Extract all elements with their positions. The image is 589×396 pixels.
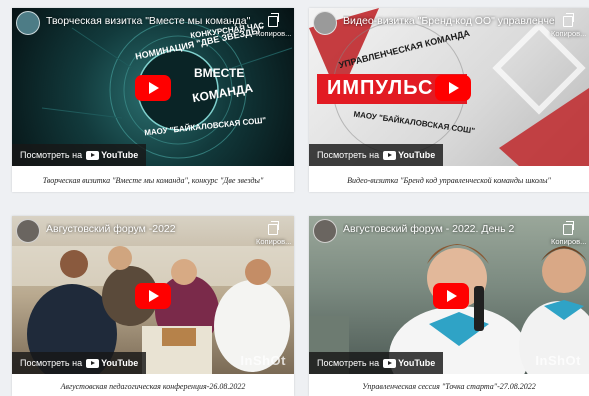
play-button[interactable] <box>435 75 471 101</box>
video-thumbnail[interactable]: КОНКУРСНАЯ ЧАС НОМИНАЦИЯ "ДВЕ ЗВЕЗДЫ" ВМ… <box>12 8 294 166</box>
video-thumbnail[interactable]: Августовский форум -2022 Копиров... Посм… <box>12 216 294 374</box>
video-caption: Управленческая сессия "Точка старта"-27.… <box>362 382 536 391</box>
youtube-icon <box>86 150 100 160</box>
copy-label: Копиров... <box>256 29 292 38</box>
youtube-label: YouTube <box>101 150 139 160</box>
watch-label: Посмотреть на <box>317 358 380 368</box>
copy-label: Копиров... <box>256 237 292 246</box>
video-thumbnail[interactable]: Августовский форум - 2022. День 2 Копиро… <box>309 216 589 374</box>
video-card: КОНКУРСНАЯ ЧАС НОМИНАЦИЯ "ДВЕ ЗВЕЗДЫ" ВМ… <box>12 8 294 192</box>
copy-icon <box>268 13 279 27</box>
watch-label: Посмотреть на <box>20 150 83 160</box>
watch-on-youtube-button[interactable]: Посмотреть на YouTube <box>12 352 147 374</box>
youtube-logo: YouTube <box>86 150 138 160</box>
copy-link-button[interactable]: Копиров... <box>256 13 292 38</box>
youtube-logo: YouTube <box>383 150 435 160</box>
copy-label: Копиров... <box>551 237 587 246</box>
play-button[interactable] <box>135 75 171 101</box>
thumb-text-main1: ИМПУЛЬС <box>327 77 434 99</box>
youtube-label: YouTube <box>101 358 139 368</box>
inshot-watermark: InShOt <box>240 353 286 368</box>
video-title[interactable]: Августовский форум -2022 <box>46 223 260 235</box>
watch-on-youtube-button[interactable]: Посмотреть на YouTube <box>12 144 147 166</box>
copy-icon <box>563 13 574 27</box>
video-title[interactable]: Видео-визитка "Бренд-код ОО" управленчес… <box>343 15 555 27</box>
copy-icon <box>268 221 279 235</box>
video-card: УПРАВЛЕНЧЕСКАЯ КОМАНДА ИМПУЛЬС МАОУ "БАЙ… <box>309 8 589 192</box>
copy-link-button[interactable]: Копиров... <box>551 13 587 38</box>
video-caption: Августовская педагогическая конференция-… <box>60 382 246 391</box>
youtube-icon <box>383 150 397 160</box>
channel-avatar[interactable] <box>313 219 337 243</box>
watch-label: Посмотреть на <box>20 358 83 368</box>
copy-label: Копиров... <box>551 29 587 38</box>
youtube-icon <box>383 358 397 368</box>
watch-on-youtube-button[interactable]: Посмотреть на YouTube <box>309 144 444 166</box>
inshot-watermark: InShOt <box>535 353 581 368</box>
watch-on-youtube-button[interactable]: Посмотреть на YouTube <box>309 352 444 374</box>
video-card: Августовский форум -2022 Копиров... Посм… <box>12 216 294 396</box>
video-caption: Видео-визитка "Бренд код управленческой … <box>347 176 551 185</box>
copy-link-button[interactable]: Копиров... <box>551 221 587 246</box>
copy-link-button[interactable]: Копиров... <box>256 221 292 246</box>
video-card: Августовский форум - 2022. День 2 Копиро… <box>309 216 589 396</box>
channel-avatar[interactable] <box>313 11 337 35</box>
copy-icon <box>563 221 574 235</box>
youtube-logo: YouTube <box>86 358 138 368</box>
youtube-icon <box>86 358 100 368</box>
video-title[interactable]: Августовский форум - 2022. День 2 <box>343 223 555 235</box>
youtube-label: YouTube <box>398 150 436 160</box>
channel-avatar[interactable] <box>16 219 40 243</box>
play-button[interactable] <box>135 283 171 309</box>
play-button[interactable] <box>433 283 469 309</box>
video-thumbnail[interactable]: УПРАВЛЕНЧЕСКАЯ КОМАНДА ИМПУЛЬС МАОУ "БАЙ… <box>309 8 589 166</box>
thumb-text-main1: ВМЕСТЕ <box>194 66 245 80</box>
youtube-logo: YouTube <box>383 358 435 368</box>
channel-avatar[interactable] <box>16 11 40 35</box>
watch-label: Посмотреть на <box>317 150 380 160</box>
video-title[interactable]: Творческая визитка "Вместе мы команда" <box>46 15 260 27</box>
video-caption: Творческая визитка "Вместе мы команда", … <box>42 176 264 185</box>
youtube-label: YouTube <box>398 358 436 368</box>
